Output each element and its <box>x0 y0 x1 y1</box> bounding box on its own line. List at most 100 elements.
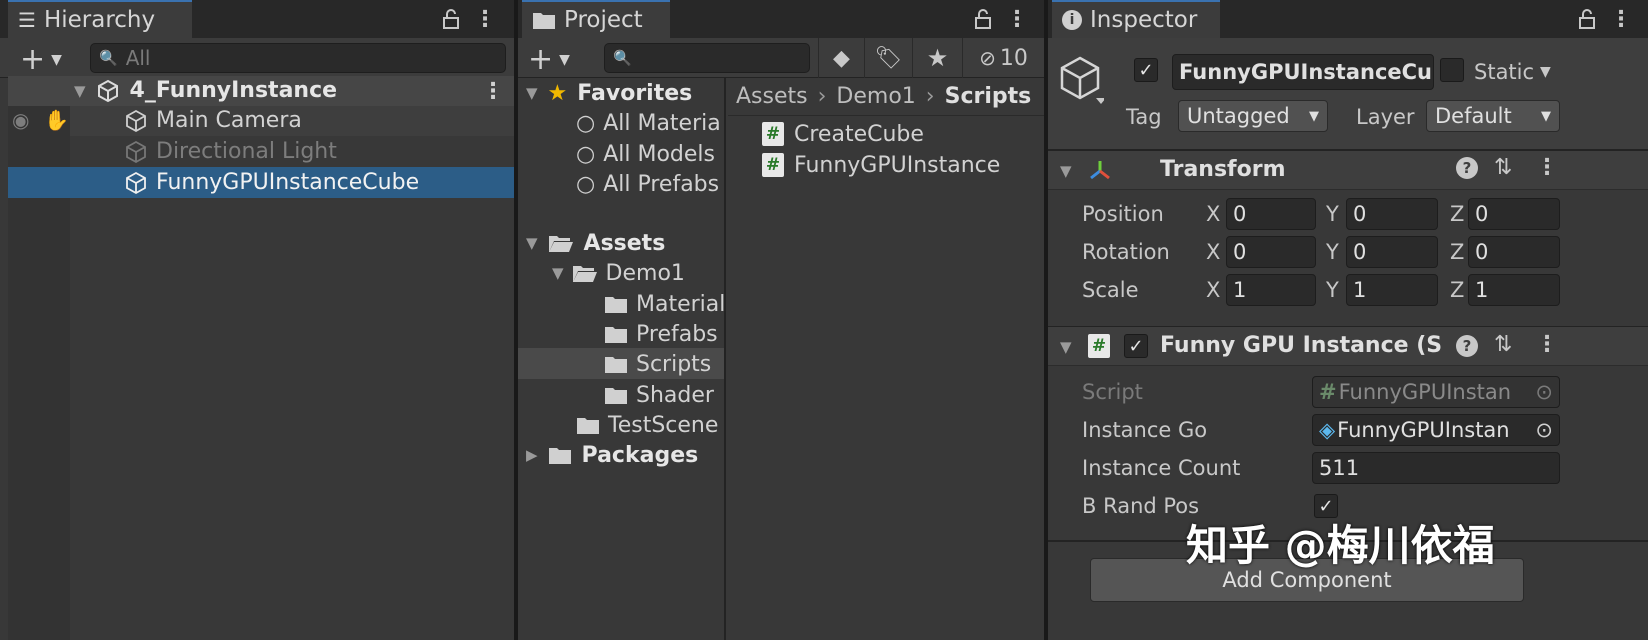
hidden-count: 10 <box>999 45 1028 71</box>
static-dropdown-icon[interactable]: ▼ <box>1540 64 1551 80</box>
instance-go-field[interactable]: ◈ FunnyGPUInstan ⊙ <box>1312 414 1560 446</box>
folder-row-shader[interactable]: Shader <box>604 380 714 410</box>
folder-row-prefabs[interactable]: Prefabs <box>604 319 718 349</box>
active-checkbox[interactable]: ✓ <box>1134 58 1158 82</box>
axis-z-label[interactable]: Z <box>1450 278 1464 302</box>
dropdown-arrow-icon: ▼ <box>51 51 62 68</box>
favorites-row[interactable]: ▼ ★ Favorites <box>526 78 692 108</box>
search-icon: 🔍 <box>613 49 632 67</box>
rotation-z-field[interactable]: 0 <box>1468 236 1560 268</box>
favorite-item-label: All Prefabs <box>603 171 720 197</box>
scale-y-field[interactable]: 1 <box>1346 274 1438 306</box>
position-z-field[interactable]: 0 <box>1468 198 1560 230</box>
axis-x-label[interactable]: X <box>1206 202 1220 226</box>
expand-arrow-icon[interactable]: ▼ <box>74 82 86 100</box>
axis-z-label[interactable]: Z <box>1450 202 1464 226</box>
instance-go-value: FunnyGPUInstan <box>1337 418 1510 442</box>
position-x-field[interactable]: 0 <box>1226 198 1316 230</box>
script-enabled-checkbox[interactable]: ✓ <box>1124 334 1148 358</box>
tag-dropdown[interactable]: Untagged ▼ <box>1178 100 1328 132</box>
position-y-field[interactable]: 0 <box>1346 198 1438 230</box>
scene-more-icon[interactable]: ⋮ <box>482 79 504 104</box>
axis-y-label[interactable]: Y <box>1326 240 1339 264</box>
folder-label: Scripts <box>636 351 712 377</box>
tab-inspector[interactable]: i Inspector <box>1052 0 1220 38</box>
favorite-item[interactable]: ○ All Models <box>576 139 715 169</box>
expand-arrow-icon[interactable]: ▼ <box>1060 338 1072 356</box>
object-name-field[interactable]: FunnyGPUInstanceCub <box>1172 54 1434 90</box>
component-menu-icon[interactable]: ⋮ <box>1536 332 1558 357</box>
favorite-item[interactable]: ○ All Prefabs <box>576 169 719 199</box>
hidden-packages-button[interactable]: ⊘ 10 <box>962 38 1044 78</box>
presets-icon[interactable]: ⇅ <box>1494 332 1512 357</box>
presets-icon[interactable]: ⇅ <box>1494 155 1512 180</box>
folder-row-material[interactable]: Material <box>604 289 725 319</box>
axis-x-label[interactable]: X <box>1206 278 1220 302</box>
rotation-y-field[interactable]: 0 <box>1346 236 1438 268</box>
inspector-tab-controls: ⋮ <box>1578 0 1632 38</box>
help-icon[interactable]: ? <box>1456 157 1478 179</box>
instance-count-field[interactable]: 511 <box>1312 452 1560 484</box>
packages-row[interactable]: ▶ Packages <box>526 440 698 470</box>
scale-x-field[interactable]: 1 <box>1226 274 1316 306</box>
folder-label: Material <box>636 291 726 317</box>
field-value: 0 <box>1475 202 1489 226</box>
axis-y-label[interactable]: Y <box>1326 278 1339 302</box>
more-menu-icon[interactable]: ⋮ <box>1006 7 1028 32</box>
field-value: 0 <box>1233 202 1247 226</box>
search-by-label-button[interactable]: 🏷 <box>864 38 912 78</box>
breadcrumb-item[interactable]: Assets <box>736 84 808 109</box>
object-picker-icon[interactable]: ⊙ <box>1535 418 1553 442</box>
folder-row-scripts[interactable]: Scripts <box>604 349 711 379</box>
create-button[interactable]: + ▼ <box>20 42 62 77</box>
file-item[interactable]: # CreateCube <box>762 119 924 149</box>
create-button[interactable]: + ▼ <box>528 42 570 77</box>
search-by-type-button[interactable]: ◆ <box>818 38 864 78</box>
more-menu-icon[interactable]: ⋮ <box>474 7 496 32</box>
favorite-button[interactable]: ★ <box>912 38 962 78</box>
gameobject-large-icon[interactable] <box>1060 56 1104 106</box>
static-checkbox[interactable] <box>1440 58 1464 82</box>
rotation-x-field[interactable]: 0 <box>1226 236 1316 268</box>
project-search[interactable]: 🔍 <box>604 43 810 73</box>
lock-icon[interactable] <box>442 8 460 30</box>
folder-row-testscene[interactable]: TestScene <box>576 410 718 440</box>
demo1-row[interactable]: ▼ Demo1 <box>552 258 685 288</box>
lock-icon[interactable] <box>974 8 992 30</box>
hierarchy-panel: ☰ Hierarchy ⋮ + ▼ 🔍 All ▼ 4_FunnyInstanc… <box>0 0 514 640</box>
favorite-item[interactable]: ○ All Materia <box>576 108 721 138</box>
axis-y-label[interactable]: Y <box>1326 202 1339 226</box>
hierarchy-search[interactable]: 🔍 All <box>90 43 506 73</box>
file-item[interactable]: # FunnyGPUInstance <box>762 150 1000 180</box>
breadcrumb-item[interactable]: Demo1 <box>836 84 915 109</box>
folder-open-icon <box>548 236 573 252</box>
tag-label: Tag <box>1126 105 1162 129</box>
help-icon[interactable]: ? <box>1456 335 1478 357</box>
expand-arrow-icon[interactable]: ▼ <box>526 84 538 102</box>
hierarchy-row-directional-light[interactable]: Directional Light <box>124 139 337 164</box>
folder-icon <box>605 357 627 373</box>
tab-project[interactable]: Project <box>522 0 670 38</box>
breadcrumb-item-current[interactable]: Scripts <box>945 84 1032 109</box>
position-label: Position <box>1082 202 1164 226</box>
script-component-header[interactable]: ▼ # ✓ Funny GPU Instance (Scri ? ⇅ ⋮ <box>1048 326 1648 366</box>
axis-z-label[interactable]: Z <box>1450 240 1464 264</box>
field-value: 1 <box>1475 278 1489 302</box>
lock-icon[interactable] <box>1578 8 1596 30</box>
eye-icon[interactable]: ◉ <box>12 108 29 132</box>
expand-arrow-icon[interactable]: ▼ <box>1060 162 1072 180</box>
expand-arrow-icon[interactable]: ▼ <box>526 234 538 252</box>
axis-x-label[interactable]: X <box>1206 240 1220 264</box>
scale-z-field[interactable]: 1 <box>1468 274 1560 306</box>
collapsed-arrow-icon[interactable]: ▶ <box>526 446 538 464</box>
pick-hand-icon[interactable]: ✋ <box>44 108 69 132</box>
component-menu-icon[interactable]: ⋮ <box>1536 155 1558 180</box>
tab-hierarchy[interactable]: ☰ Hierarchy <box>8 0 192 38</box>
unity-logo-icon <box>97 79 118 102</box>
transform-header[interactable]: ▼ Transform ? ⇅ ⋮ <box>1048 150 1648 190</box>
layer-dropdown[interactable]: Default ▼ <box>1426 100 1560 132</box>
csharp-script-icon: # <box>762 153 784 177</box>
assets-row[interactable]: ▼ Assets <box>526 228 665 258</box>
expand-arrow-icon[interactable]: ▼ <box>552 264 564 282</box>
more-menu-icon[interactable]: ⋮ <box>1610 7 1632 32</box>
